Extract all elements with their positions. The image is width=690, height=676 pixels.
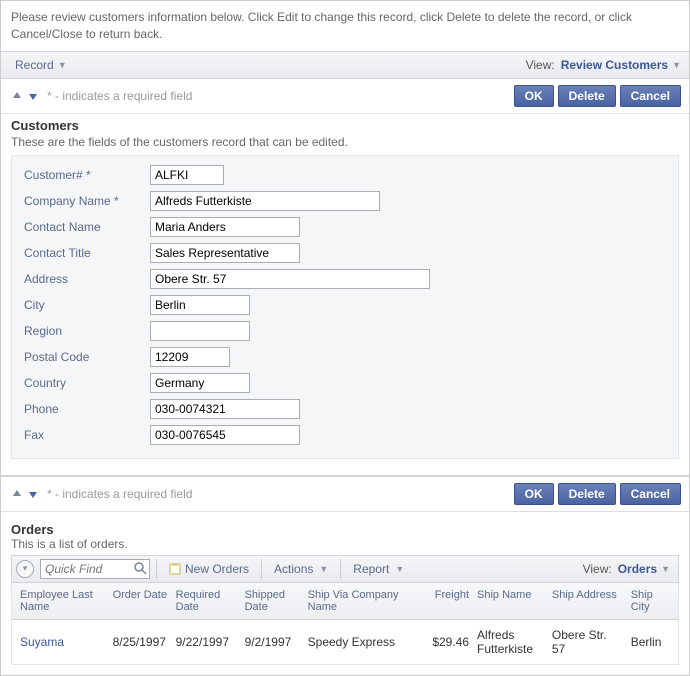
chevron-down-icon: ▾ bbox=[23, 563, 28, 574]
record-menu[interactable]: Record▼ bbox=[9, 56, 73, 74]
label-phone: Phone bbox=[20, 402, 150, 416]
orders-actionbar: * - indicates a required field OK Delete… bbox=[1, 477, 689, 512]
arrow-up-icon[interactable] bbox=[9, 486, 25, 502]
customers-sub: These are the fields of the customers re… bbox=[11, 135, 679, 149]
col-required-date[interactable]: Required Date bbox=[172, 589, 241, 613]
customer-id-field[interactable] bbox=[150, 165, 224, 185]
label-address: Address bbox=[20, 272, 150, 286]
cell-employee[interactable]: Suyama bbox=[16, 635, 109, 649]
ok-button-orders[interactable]: OK bbox=[514, 483, 554, 505]
customers-heading: Customers bbox=[11, 118, 679, 133]
cell-freight: $29.46 bbox=[422, 635, 473, 649]
page-instructions: Please review customers information belo… bbox=[1, 1, 689, 51]
label-company-name: Company Name * bbox=[20, 194, 150, 208]
cell-ship-city: Berlin bbox=[627, 635, 674, 649]
chevron-down-icon: ▼ bbox=[661, 564, 670, 574]
postal-code-field[interactable] bbox=[150, 347, 230, 367]
label-contact-name: Contact Name bbox=[20, 220, 150, 234]
customers-actionbar: * - indicates a required field OK Delete… bbox=[1, 79, 689, 114]
record-toolbar: Record▼ View: Review Customers▼ bbox=[1, 51, 689, 79]
actions-menu[interactable]: Actions▼ bbox=[268, 560, 334, 578]
delete-button[interactable]: Delete bbox=[558, 85, 616, 107]
city-field[interactable] bbox=[150, 295, 250, 315]
label-contact-title: Contact Title bbox=[20, 246, 150, 260]
company-name-field[interactable] bbox=[150, 191, 380, 211]
arrow-down-icon[interactable] bbox=[25, 486, 41, 502]
new-orders-button[interactable]: New Orders bbox=[163, 560, 255, 578]
new-icon bbox=[169, 563, 181, 575]
orders-heading: Orders bbox=[11, 522, 679, 537]
table-row[interactable]: Suyama 8/25/1997 9/22/1997 9/2/1997 Spee… bbox=[12, 620, 678, 664]
label-region: Region bbox=[20, 324, 150, 338]
chevron-down-icon: ▼ bbox=[58, 60, 67, 70]
col-employee[interactable]: Employee Last Name bbox=[16, 589, 109, 613]
cell-ship-via: Speedy Express bbox=[304, 635, 422, 649]
search-icon[interactable] bbox=[133, 561, 147, 575]
label-postal-code: Postal Code bbox=[20, 350, 150, 364]
grid-header: Employee Last Name Order Date Required D… bbox=[12, 583, 678, 620]
col-ship-city[interactable]: Ship City bbox=[627, 589, 674, 613]
cancel-button-orders[interactable]: Cancel bbox=[620, 483, 681, 505]
cell-order-date: 8/25/1997 bbox=[109, 635, 172, 649]
contact-title-field[interactable] bbox=[150, 243, 300, 263]
fax-field[interactable] bbox=[150, 425, 300, 445]
view-selector[interactable]: Review Customers▼ bbox=[561, 58, 681, 72]
arrow-down-icon[interactable] bbox=[25, 88, 41, 104]
arrow-up-icon[interactable] bbox=[9, 88, 25, 104]
cell-required-date: 9/22/1997 bbox=[172, 635, 241, 649]
chevron-down-icon: ▼ bbox=[395, 564, 404, 574]
report-menu[interactable]: Report▼ bbox=[347, 560, 410, 578]
phone-field[interactable] bbox=[150, 399, 300, 419]
col-ship-name[interactable]: Ship Name bbox=[473, 589, 548, 613]
col-freight[interactable]: Freight bbox=[422, 589, 473, 613]
col-ship-address[interactable]: Ship Address bbox=[548, 589, 627, 613]
label-city: City bbox=[20, 298, 150, 312]
col-shipped-date[interactable]: Shipped Date bbox=[241, 589, 304, 613]
cancel-button[interactable]: Cancel bbox=[620, 85, 681, 107]
col-ship-via[interactable]: Ship Via Company Name bbox=[304, 589, 422, 613]
region-field[interactable] bbox=[150, 321, 250, 341]
cell-shipped-date: 9/2/1997 bbox=[241, 635, 304, 649]
orders-sub: This is a list of orders. bbox=[11, 537, 679, 551]
cell-ship-address: Obere Str. 57 bbox=[548, 628, 627, 656]
ok-button[interactable]: OK bbox=[514, 85, 554, 107]
contact-name-field[interactable] bbox=[150, 217, 300, 237]
delete-button-orders[interactable]: Delete bbox=[558, 483, 616, 505]
col-order-date[interactable]: Order Date bbox=[109, 589, 172, 613]
orders-toolbar: ▾ New Orders Actions▼ Report▼ View: Orde… bbox=[11, 555, 679, 583]
orders-view-label: View: bbox=[583, 562, 612, 576]
orders-grid: Employee Last Name Order Date Required D… bbox=[11, 583, 679, 665]
required-note-orders: * - indicates a required field bbox=[47, 487, 192, 501]
required-note: * - indicates a required field bbox=[47, 89, 192, 103]
customers-form: Customer# * Company Name * Contact Name … bbox=[11, 155, 679, 459]
cell-ship-name: Alfreds Futterkiste bbox=[473, 628, 548, 656]
address-field[interactable] bbox=[150, 269, 430, 289]
chevron-down-icon: ▼ bbox=[672, 60, 681, 70]
view-label: View: bbox=[526, 58, 555, 72]
orders-view-selector[interactable]: Orders▼ bbox=[618, 562, 670, 576]
label-country: Country bbox=[20, 376, 150, 390]
chevron-down-icon: ▼ bbox=[319, 564, 328, 574]
country-field[interactable] bbox=[150, 373, 250, 393]
filter-dropdown[interactable]: ▾ bbox=[16, 560, 34, 578]
label-fax: Fax bbox=[20, 428, 150, 442]
label-customer-id: Customer# * bbox=[20, 168, 150, 182]
